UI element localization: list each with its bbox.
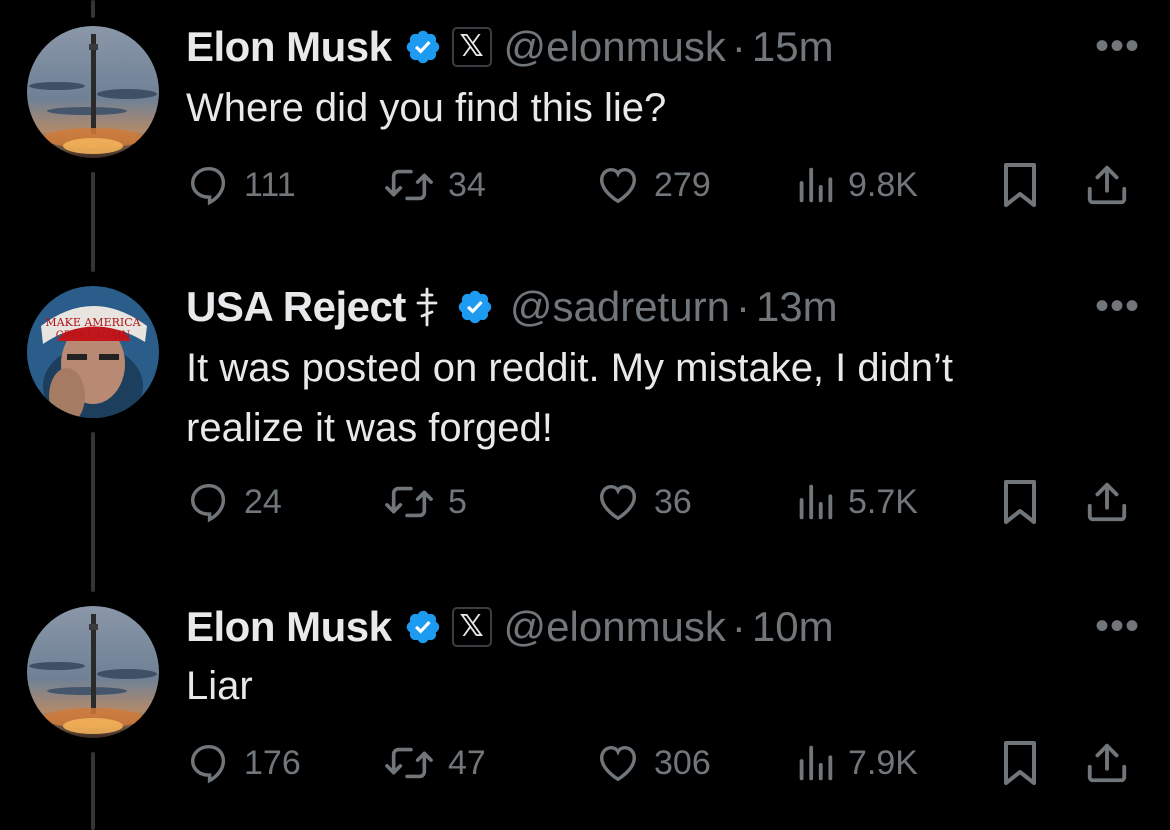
reply-count: 176 [244,743,301,782]
tweet-header: USA Reject @sadreturn · 13m [186,282,838,332]
display-name[interactable]: Elon Musk [186,602,392,652]
views-icon [799,745,833,781]
views-count: 9.8K [848,165,918,204]
share-button[interactable] [1084,738,1130,788]
bookmark-button[interactable] [998,477,1042,527]
more-icon[interactable]: ••• [1095,286,1140,326]
tweet-actions: 111 34 279 9.8K [186,160,1146,210]
repost-button[interactable]: 5 [382,477,467,527]
tweet-actions: 176 47 306 7.9K [186,738,1146,788]
like-button[interactable]: 306 [594,738,711,788]
like-count: 36 [654,482,692,521]
share-button[interactable] [1084,477,1130,527]
tweet-header: Elon Musk 𝕏 @elonmusk · 10m [186,602,834,652]
tweet[interactable]: Elon Musk 𝕏 @elonmusk · 15m ••• Where di… [0,0,1170,270]
avatar-maga-hat-image: MAKE AMERICA GREAT AGAIN [27,286,159,418]
reply-count: 24 [244,482,282,521]
repost-button[interactable]: 47 [382,738,486,788]
tweet-text: Where did you find this lie? [186,86,667,130]
repost-icon [385,486,433,518]
handle[interactable]: @elonmusk [504,602,726,652]
tweet-text: It was posted on reddit. My mistake, I d… [186,346,954,450]
reply-icon [190,166,226,206]
avatar-hat-text: MAKE AMERICA [45,316,141,329]
verified-badge-icon[interactable] [456,288,494,326]
tweet-actions: 24 5 36 5.7K [186,477,1146,527]
timestamp[interactable]: 10m [752,602,834,652]
repost-count: 5 [448,482,467,521]
svg-text:GREAT AGAIN: GREAT AGAIN [56,330,131,341]
share-icon [1087,743,1127,783]
verified-badge-icon[interactable] [404,608,442,646]
timestamp[interactable]: 15m [752,22,834,72]
tweet-text: Liar [186,664,253,708]
avatar-rocket-image [27,606,159,738]
reply-icon [190,744,226,784]
like-count: 279 [654,165,711,204]
orthodox-cross-icon [416,287,438,327]
share-icon [1087,482,1127,522]
bookmark-icon [1004,480,1036,524]
bookmark-icon [1004,741,1036,785]
handle[interactable]: @sadreturn [510,282,730,332]
separator: · [731,23,746,70]
like-button[interactable]: 279 [594,160,711,210]
reply-button[interactable]: 111 [186,160,296,210]
more-icon[interactable]: ••• [1095,606,1140,646]
timestamp[interactable]: 13m [756,282,838,332]
share-button[interactable] [1084,160,1130,210]
avatar[interactable] [27,606,159,738]
repost-icon [385,747,433,779]
like-count: 306 [654,743,711,782]
x-affiliate-badge-icon[interactable]: 𝕏 [451,607,492,647]
separator: · [735,283,750,330]
bookmark-button[interactable] [998,160,1042,210]
avatar[interactable]: MAKE AMERICA GREAT AGAIN [27,286,159,418]
like-icon [599,745,637,782]
views-icon [799,484,833,520]
reply-count: 111 [244,165,296,204]
tweet[interactable]: Elon Musk 𝕏 @elonmusk · 10m ••• Liar 176… [0,590,1170,830]
like-icon [599,167,637,204]
display-name[interactable]: Elon Musk [186,22,392,72]
views-button[interactable]: 7.9K [794,738,918,788]
reply-button[interactable]: 24 [186,477,282,527]
views-button[interactable]: 5.7K [794,477,918,527]
more-icon[interactable]: ••• [1095,26,1140,66]
views-icon [799,167,833,203]
x-affiliate-badge-icon[interactable]: 𝕏 [451,27,492,67]
bookmark-button[interactable] [998,738,1042,788]
bookmark-icon [1004,163,1036,207]
views-button[interactable]: 9.8K [794,160,918,210]
repost-count: 34 [448,165,486,204]
reply-icon [190,483,226,523]
avatar-rocket-image [27,26,159,158]
tweet[interactable]: MAKE AMERICA GREAT AGAIN USA Reject @sad… [0,270,1170,590]
avatar[interactable] [27,26,159,158]
repost-button[interactable]: 34 [382,160,486,210]
share-icon [1087,165,1127,205]
display-name[interactable]: USA Reject [186,282,406,332]
repost-count: 47 [448,743,486,782]
tweet-header: Elon Musk 𝕏 @elonmusk · 15m [186,22,834,72]
reply-button[interactable]: 176 [186,738,301,788]
handle[interactable]: @elonmusk [504,22,726,72]
verified-badge-icon[interactable] [404,28,442,66]
separator: · [731,603,746,650]
views-count: 7.9K [848,743,918,782]
repost-icon [385,169,433,201]
like-icon [599,484,637,521]
views-count: 5.7K [848,482,918,521]
like-button[interactable]: 36 [594,477,692,527]
